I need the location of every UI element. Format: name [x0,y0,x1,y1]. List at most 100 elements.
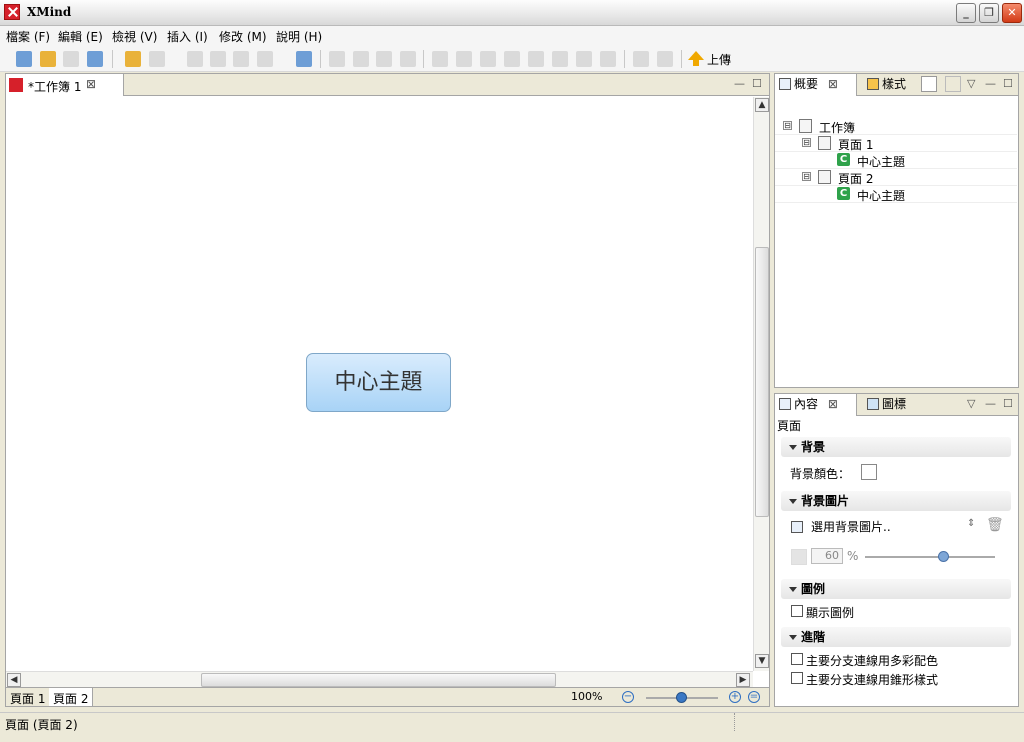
properties-tab-close-icon[interactable]: ⊠ [828,397,838,411]
menu-help[interactable]: 說明 (H) [276,28,322,45]
tree-item-sheet-1[interactable]: ⊟ 頁面 1 [775,135,1017,152]
toolbar [0,46,1024,72]
zoom-in-icon[interactable]: + [729,691,741,703]
view-menu-icon[interactable]: ▽ [967,397,975,410]
insert-parent-icon[interactable] [400,51,416,67]
zoom-fit-icon[interactable]: = [748,691,760,703]
section-advanced[interactable]: 進階 [781,627,1011,647]
insert-subtopic-icon[interactable] [353,51,369,67]
tab-styles[interactable]: 樣式 [863,74,923,96]
tab-outline[interactable]: 概要 ⊠ [775,74,857,96]
label-icon[interactable] [576,51,592,67]
menu-file[interactable]: 檔案 (F) [6,28,50,45]
opacity-checkbox[interactable] [791,549,807,565]
maximize-view-icon[interactable]: ☐ [1003,77,1013,90]
redo-icon[interactable] [149,51,165,67]
section-legend[interactable]: 圖例 [781,579,1011,599]
maximize-view-icon[interactable]: ☐ [752,77,762,90]
outline-tab-close-icon[interactable]: ⊠ [828,77,838,91]
horizontal-scroll-thumb[interactable] [201,673,556,687]
maximize-view-icon[interactable]: ☐ [1003,397,1013,410]
cut-icon[interactable] [187,51,203,67]
mindmap-canvas[interactable]: 中心主題 [6,97,753,671]
summary-icon[interactable] [552,51,568,67]
minimize-button[interactable]: _ [956,3,976,23]
central-topic[interactable]: 中心主題 [306,353,451,412]
opacity-unit: % [847,549,859,563]
outline-icon [779,78,791,90]
edit-icon[interactable] [296,51,312,67]
minimize-view-icon[interactable]: — [734,77,745,90]
zoom-level: 100% [571,690,603,703]
delete-icon[interactable] [257,51,273,67]
drill-down-icon[interactable] [633,51,649,67]
image-icon[interactable] [456,51,472,67]
collapse-icon[interactable]: ⊟ [783,121,792,130]
horizontal-scrollbar[interactable]: ◀ ▶ [6,671,753,687]
insert-topic-icon[interactable] [329,51,345,67]
scroll-down-icon[interactable]: ▼ [755,654,769,668]
show-legend-checkbox[interactable] [791,605,803,617]
opacity-slider-knob[interactable] [938,551,949,562]
collapse-icon[interactable]: ⊟ [802,138,811,147]
notes-icon[interactable] [504,51,520,67]
relationship-icon[interactable] [600,51,616,67]
toolbar-separator [624,50,625,68]
new-workbook-icon[interactable] [16,51,32,67]
tree-item-topic-1[interactable]: C 中心主題 [775,152,1017,169]
view-menu-icon[interactable]: ▽ [967,77,975,90]
editor-tab-workbook[interactable]: *工作簿 1 ⊠ [6,74,124,96]
zoom-slider-knob[interactable] [676,692,687,703]
print-icon[interactable] [87,51,103,67]
section-background-image[interactable]: 背景圖片 [781,491,1011,511]
trash-icon[interactable]: 🗑 [986,517,1004,533]
save-icon[interactable] [63,51,79,67]
scroll-up-icon[interactable]: ▲ [755,98,769,112]
tapered-checkbox[interactable] [791,672,803,684]
tab-markers[interactable]: 圖標 [863,394,923,416]
opacity-slider[interactable] [865,556,995,558]
scroll-right-icon[interactable]: ▶ [736,673,750,687]
tab-properties[interactable]: 內容 ⊠ [775,394,857,416]
background-color-swatch[interactable] [861,464,877,480]
vertical-scroll-thumb[interactable] [755,247,769,517]
upload-button[interactable]: 上傳 [707,51,731,68]
outline-sheet-mode-icon[interactable] [945,76,961,92]
minimize-view-icon[interactable]: — [985,397,996,410]
select-background-image[interactable]: 選用背景圖片.. [811,518,891,535]
paste-icon[interactable] [233,51,249,67]
menu-insert[interactable]: 插入 (I) [167,28,208,45]
boundary-icon[interactable] [480,51,496,67]
copy-icon[interactable] [210,51,226,67]
drill-up-icon[interactable] [657,51,673,67]
spinner-icon[interactable]: ⇕ [967,518,975,529]
sheet-tab-1[interactable]: 頁面 1 [6,688,51,706]
attachment-icon[interactable] [432,51,448,67]
insert-before-icon[interactable] [376,51,392,67]
tab-close-icon[interactable]: ⊠ [86,77,96,91]
vertical-scrollbar[interactable]: ▲ ▼ [753,97,769,671]
multi-color-checkbox[interactable] [791,653,803,665]
menu-view[interactable]: 檢視 (V) [112,28,157,45]
mindmap-editor: *工作簿 1 ⊠ — ☐ 中心主題 ▲ ▼ ◀ ▶ 頁面 1 頁面 2 100%… [5,73,770,707]
tree-item-sheet-2[interactable]: ⊟ 頁面 2 [775,169,1017,186]
tree-item-workbook[interactable]: ⊟ 工作簿 [775,118,1017,135]
upload-arrow-icon[interactable] [688,51,704,66]
menu-edit[interactable]: 編輯 (E) [58,28,103,45]
hyperlink-icon[interactable] [528,51,544,67]
collapse-icon[interactable]: ⊟ [802,172,811,181]
scroll-left-icon[interactable]: ◀ [7,673,21,687]
minimize-view-icon[interactable]: — [985,77,996,90]
menu-modify[interactable]: 修改 (M) [219,28,267,45]
undo-icon[interactable] [125,51,141,67]
open-folder-icon[interactable] [40,51,56,67]
zoom-out-icon[interactable]: − [622,691,634,703]
properties-tab-bar: 內容 ⊠ 圖標 ▽ — ☐ [775,394,1018,416]
tree-item-topic-2[interactable]: C 中心主題 [775,186,1017,203]
outline-mode-icon[interactable] [921,76,937,92]
sheet-tab-2[interactable]: 頁面 2 [49,688,94,706]
restore-button[interactable]: ❐ [979,3,999,23]
opacity-field[interactable]: 60 [811,548,843,564]
close-button[interactable]: ✕ [1002,3,1022,23]
section-background[interactable]: 背景 [781,437,1011,457]
